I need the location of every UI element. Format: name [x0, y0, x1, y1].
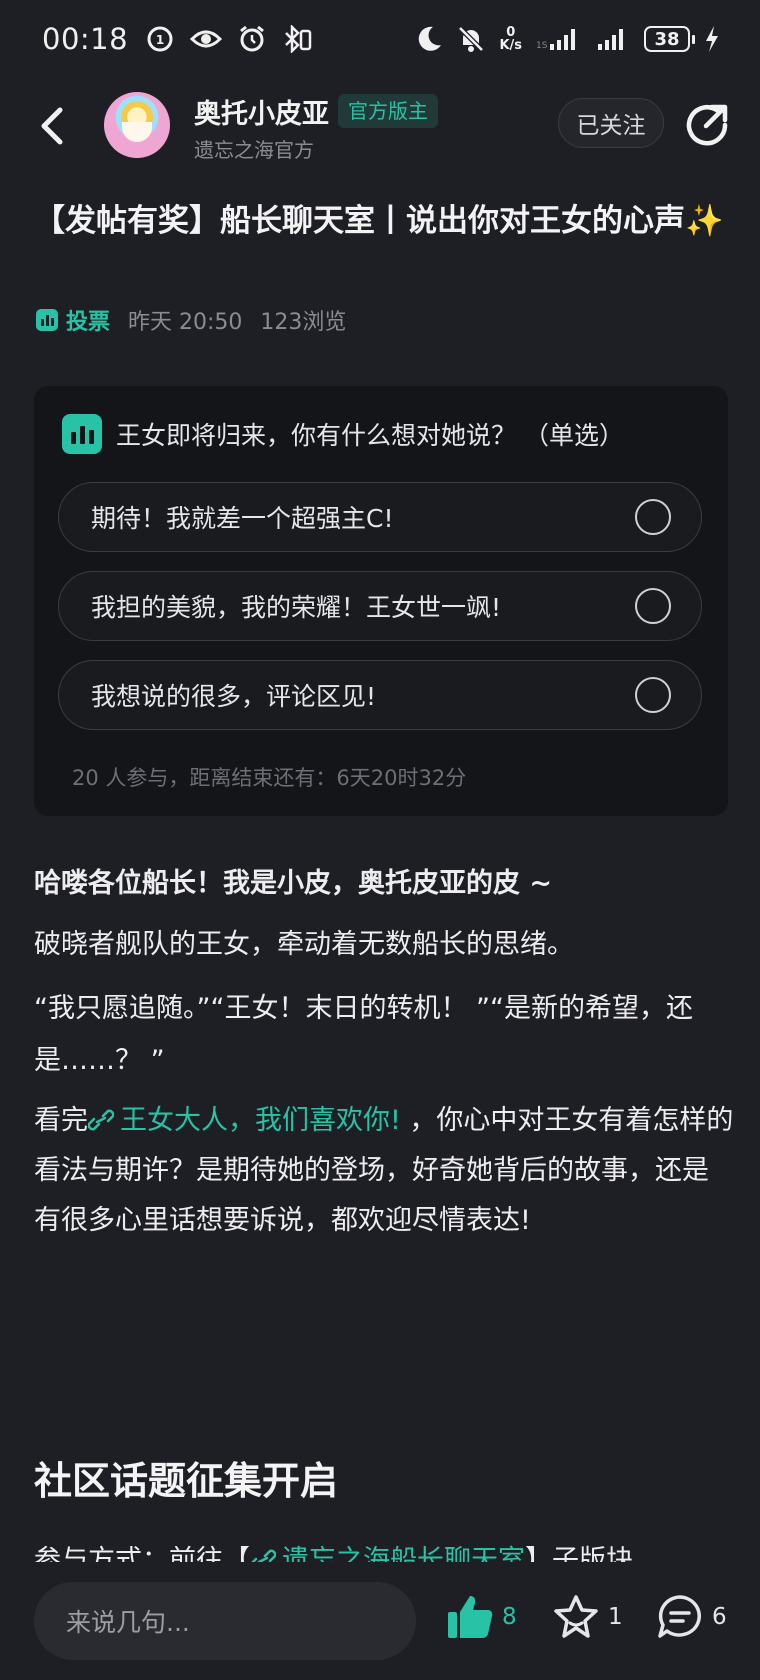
radio-button[interactable] — [635, 499, 671, 535]
body-paragraph-partial: 参与方式：前往【 遗忘之海船长聊天室】子版块 — [34, 1532, 734, 1562]
inline-link[interactable]: 王女大人，我们喜欢你! — [87, 1105, 401, 1136]
author-name[interactable]: 奥托小皮亚 — [194, 92, 329, 131]
share-icon[interactable] — [684, 102, 730, 148]
post-meta: 投票 昨天 20:50 123浏览 — [36, 304, 346, 336]
body-paragraph: “我只愿追随。”“王女！末日的转机！ ”“是新的希望，还是……？ ” — [34, 993, 694, 1076]
charging-icon — [706, 26, 718, 52]
inline-link-label[interactable]: 王女大人，我们喜欢你! — [120, 1105, 401, 1136]
poll-option-label: 我担的美貌，我的荣耀！王女世一飒! — [91, 593, 502, 622]
like-count: 8 — [502, 1604, 517, 1630]
favorite-count: 1 — [608, 1604, 623, 1630]
status-bar: 00:18 1 0 K/s 1S 38 — [0, 0, 760, 78]
post-header: 奥托小皮亚 官方版主 遗忘之海官方 已关注 — [0, 86, 760, 166]
status-time: 00:18 — [42, 22, 129, 56]
svg-text:1S: 1S — [536, 41, 548, 51]
body-paragraph: 哈喽各位船长！我是小皮，奥托皮亚的皮 ~ — [34, 868, 553, 899]
link-icon — [251, 1549, 277, 1562]
poll-question: 王女即将归来，你有什么想对她说？ （单选） — [116, 421, 624, 450]
app-notification-icon: 1 — [147, 26, 173, 52]
radio-button[interactable] — [635, 588, 671, 624]
signal-icon — [598, 29, 623, 50]
eye-icon — [190, 30, 223, 48]
comment-button[interactable]: 6 — [656, 1594, 727, 1640]
avatar[interactable] — [104, 92, 170, 158]
body-paragraph: 看完 王女大人，我们喜欢你! ，你心中对王女有着怎样的看法与期许？是期待她的登场，… — [34, 1096, 734, 1246]
link-icon — [87, 1109, 115, 1131]
like-button[interactable]: 8 — [446, 1594, 517, 1640]
star-icon — [554, 1595, 598, 1638]
alarm-icon — [240, 25, 265, 52]
inline-link[interactable]: 遗忘之海船长聊天室 — [250, 1545, 525, 1562]
body-text: 参与方式：前往【 — [34, 1545, 250, 1562]
official-badge: 官方版主 — [338, 94, 438, 128]
back-arrow-icon[interactable] — [34, 104, 74, 148]
signal-icon: 1S — [536, 29, 575, 51]
post-type-label: 投票 — [66, 310, 111, 335]
post-type: 投票 — [36, 304, 110, 336]
body-text: 看完 — [34, 1105, 88, 1136]
post-title: 【发帖有奖】船长聊天室丨说出你对王女的心声✨ — [34, 203, 724, 239]
poll-option[interactable]: 我想说的很多，评论区见! — [58, 660, 702, 730]
bluetooth-icon — [285, 25, 312, 53]
comment-count: 6 — [712, 1604, 727, 1630]
inline-link-label[interactable]: 遗忘之海船长聊天室 — [282, 1545, 525, 1562]
post-time: 昨天 20:50 — [128, 310, 243, 335]
body-text: 】子版块 — [525, 1545, 633, 1562]
poll-option[interactable]: 我担的美貌，我的荣耀！王女世一飒! — [58, 571, 702, 641]
mute-bell-icon — [458, 26, 485, 52]
svg-text:1: 1 — [156, 33, 164, 47]
battery-indicator: 38 — [644, 26, 695, 52]
poll-card: 王女即将归来，你有什么想对她说？ （单选） 期待！我就差一个超强主C! 我担的美… — [34, 386, 728, 816]
comment-bubble-icon — [658, 1595, 701, 1638]
poll-option-label: 期待！我就差一个超强主C! — [91, 504, 394, 533]
poll-icon — [62, 414, 102, 454]
bottom-action-bar: 来说几句... 8 1 6 — [0, 1562, 760, 1680]
comment-input[interactable]: 来说几句... — [34, 1582, 416, 1660]
post-views: 123浏览 — [260, 310, 347, 335]
vote-icon — [36, 309, 58, 331]
poll-question-row: 王女即将归来，你有什么想对她说？ （单选） — [62, 414, 624, 454]
radio-button[interactable] — [635, 677, 671, 713]
poll-option[interactable]: 期待！我就差一个超强主C! — [58, 482, 702, 552]
thumbs-up-icon — [448, 1596, 493, 1638]
follow-button[interactable]: 已关注 — [558, 98, 664, 148]
moon-icon — [419, 26, 442, 51]
net-speed: 0 K/s — [499, 25, 522, 53]
body-paragraph: 破晓者舰队的王女，牵动着无数船长的思绪。 — [34, 929, 574, 960]
poll-footer: 20 人参与，距离结束还有：6天20时32分 — [72, 766, 467, 790]
favorite-button[interactable]: 1 — [552, 1594, 623, 1640]
section-title: 社区话题征集开启 — [34, 1459, 339, 1503]
author-subtitle: 遗忘之海官方 — [194, 138, 314, 162]
poll-option-label: 我想说的很多，评论区见! — [91, 682, 377, 711]
